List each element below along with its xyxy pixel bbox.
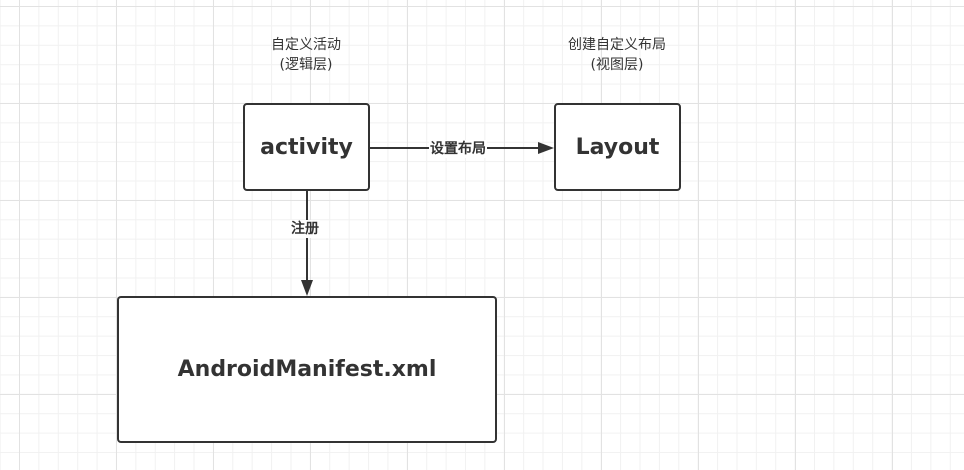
edge-set-layout-label: 设置布局: [429, 140, 487, 158]
edge-set-layout-arrowhead: [538, 142, 554, 154]
layout-caption-line2: (视图层): [590, 57, 644, 73]
layout-caption: 创建自定义布局 (视图层): [527, 35, 707, 75]
activity-caption-line1: 自定义活动: [271, 37, 341, 53]
layout-caption-line1: 创建自定义布局: [568, 37, 666, 53]
activity-caption-line2: (逻辑层): [279, 57, 333, 73]
manifest-node[interactable]: AndroidManifest.xml: [117, 296, 497, 443]
manifest-node-label: AndroidManifest.xml: [177, 357, 437, 382]
activity-node[interactable]: activity: [243, 103, 370, 191]
layout-node[interactable]: Layout: [554, 103, 681, 191]
layout-node-label: Layout: [575, 134, 660, 160]
edge-register-label: 注册: [290, 220, 320, 238]
activity-caption: 自定义活动 (逻辑层): [216, 35, 396, 75]
edge-register-arrowhead: [301, 280, 313, 296]
activity-node-label: activity: [260, 134, 353, 160]
